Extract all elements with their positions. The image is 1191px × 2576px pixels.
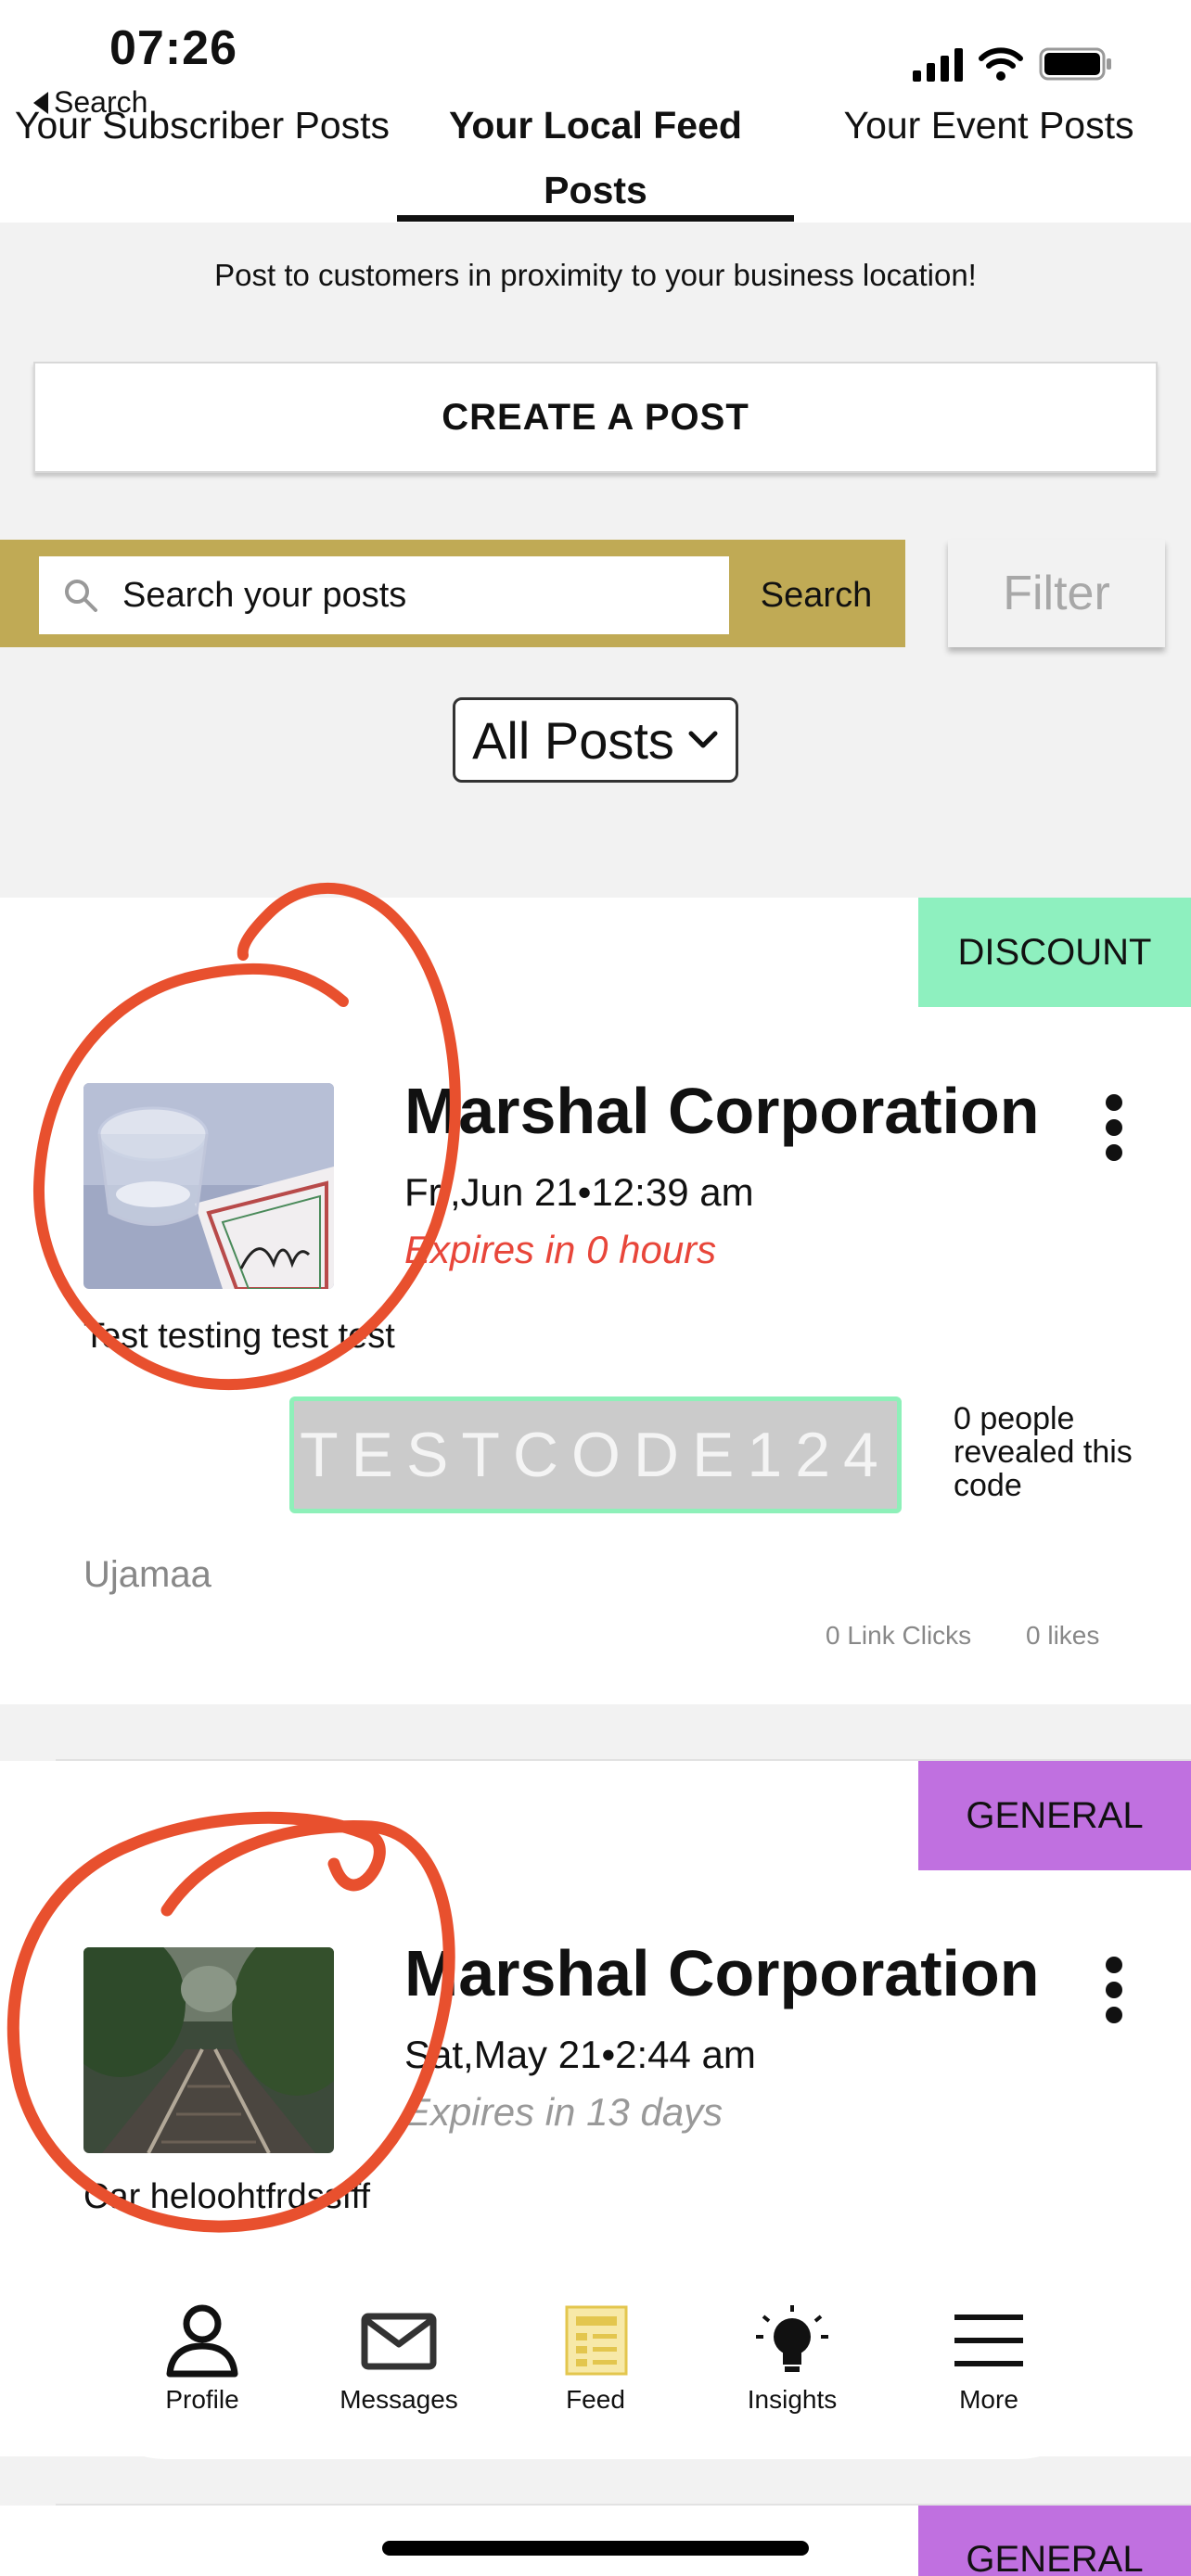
post-date: Sat,May 21•2:44 am: [404, 2033, 756, 2076]
nav-label: Profile: [165, 2385, 239, 2414]
search-placeholder: Search your posts: [122, 575, 407, 615]
tab-local-feed-posts[interactable]: Your Local Feed Posts: [397, 93, 794, 223]
post-category-badge: DISCOUNT: [918, 898, 1191, 1007]
battery-icon: [1039, 47, 1111, 81]
post-type-select[interactable]: All Posts: [453, 697, 738, 783]
more-options-icon[interactable]: [1106, 1094, 1122, 1161]
post-image[interactable]: [83, 1083, 334, 1289]
business-tag: Ujamaa: [83, 1554, 211, 1595]
search-button[interactable]: Search: [742, 556, 890, 634]
filter-button[interactable]: Filter: [948, 540, 1165, 647]
nav-label: Feed: [566, 2385, 625, 2414]
nav-profile[interactable]: Profile: [109, 2303, 295, 2415]
nav-insights[interactable]: Insights: [699, 2303, 885, 2415]
post-type-value: All Posts: [472, 710, 674, 770]
home-indicator: [382, 2541, 809, 2556]
glass-photo: [83, 1083, 334, 1289]
menu-icon: [954, 2315, 1023, 2366]
post-expiry: Expires in 0 hours: [404, 1228, 717, 1271]
nav-messages[interactable]: Messages: [306, 2303, 492, 2415]
search-icon: [39, 577, 122, 614]
post-caption: Test testing test test: [83, 1317, 395, 1356]
post-caption: Car heloohtfrdssfff: [83, 2177, 371, 2216]
post-category-badge: GENERAL: [918, 2506, 1191, 2576]
cellular-signal-icon: [913, 46, 963, 82]
nav-feed[interactable]: Feed: [503, 2303, 688, 2415]
search-input[interactable]: Search your posts: [39, 556, 729, 634]
create-post-button[interactable]: CREATE A POST: [33, 362, 1158, 473]
more-options-icon[interactable]: [1106, 1957, 1122, 2023]
post-image[interactable]: [83, 1947, 334, 2153]
feed-icon: [565, 2305, 628, 2376]
code-reveal-count: 0 people revealed this code: [954, 1401, 1133, 1503]
tab-subscriber-posts[interactable]: Your Subscriber Posts: [4, 93, 401, 158]
nav-label: Insights: [747, 2385, 838, 2414]
nav-label: Messages: [339, 2385, 458, 2414]
status-time: 07:26: [109, 21, 237, 75]
promo-code[interactable]: TESTCODE124: [289, 1396, 902, 1513]
nav-more[interactable]: More: [896, 2303, 1082, 2415]
chevron-down-icon: [688, 731, 718, 748]
person-icon: [166, 2304, 238, 2378]
status-icons: [913, 46, 1113, 82]
envelope-icon: [361, 2313, 437, 2370]
post-date: Fri,Jun 21•12:39 am: [404, 1170, 754, 1214]
likes-count: 0 likes: [1026, 1621, 1100, 1650]
lightbulb-icon: [756, 2305, 828, 2372]
business-name: Marshal Corporation: [404, 1937, 1040, 2009]
business-name: Marshal Corporation: [404, 1075, 1040, 1147]
intro-text: Post to customers in proximity to your b…: [214, 258, 977, 292]
railway-photo: [83, 1947, 334, 2153]
post-expiry: Expires in 13 days: [404, 2090, 724, 2134]
link-clicks-count: 0 Link Clicks: [826, 1621, 972, 1650]
post-category-badge: GENERAL: [918, 1761, 1191, 1870]
nav-label: More: [959, 2385, 1018, 2414]
tab-event-posts[interactable]: Your Event Posts: [790, 93, 1187, 158]
active-tab-indicator: [397, 215, 794, 222]
wifi-icon: [979, 47, 1023, 81]
